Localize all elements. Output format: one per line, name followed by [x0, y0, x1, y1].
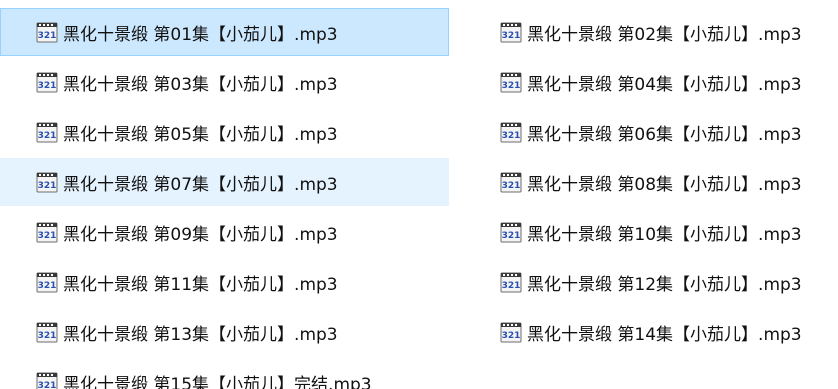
- file-name: 黑化十景缎 第02集【小茄儿】.mp3: [527, 24, 802, 45]
- svg-text:321: 321: [38, 331, 57, 341]
- media-player-classic-icon: 321: [500, 322, 522, 343]
- media-player-classic-icon: 321: [36, 272, 58, 293]
- file-name: 黑化十景缎 第10集【小茄儿】.mp3: [527, 224, 802, 245]
- media-player-classic-icon: 321: [500, 222, 522, 243]
- file-item[interactable]: 321 黑化十景缎 第07集【小茄儿】.mp3: [0, 158, 449, 206]
- media-player-classic-icon: 321: [36, 222, 58, 243]
- file-item[interactable]: 321 黑化十景缎 第01集【小茄儿】.mp3: [0, 8, 449, 56]
- svg-text:321: 321: [502, 231, 521, 241]
- media-player-classic-icon: 321: [500, 72, 522, 93]
- file-name: 黑化十景缎 第15集【小茄儿】完结.mp3: [63, 374, 372, 389]
- file-name: 黑化十景缎 第13集【小茄儿】.mp3: [63, 324, 338, 345]
- file-item[interactable]: 321 黑化十景缎 第14集【小茄儿】.mp3: [464, 308, 838, 356]
- file-name: 黑化十景缎 第06集【小茄儿】.mp3: [527, 124, 802, 145]
- svg-text:321: 321: [502, 81, 521, 91]
- file-item[interactable]: 321 黑化十景缎 第02集【小茄儿】.mp3: [464, 8, 838, 56]
- svg-text:321: 321: [502, 131, 521, 141]
- file-item[interactable]: 321 黑化十景缎 第10集【小茄儿】.mp3: [464, 208, 838, 256]
- file-item[interactable]: 321 黑化十景缎 第03集【小茄儿】.mp3: [0, 58, 449, 106]
- file-item[interactable]: 321 黑化十景缎 第04集【小茄儿】.mp3: [464, 58, 838, 106]
- media-player-classic-icon: 321: [36, 72, 58, 93]
- file-item[interactable]: 321 黑化十景缎 第15集【小茄儿】完结.mp3: [0, 358, 449, 389]
- file-item[interactable]: 321 黑化十景缎 第05集【小茄儿】.mp3: [0, 108, 449, 156]
- file-list-view: 321 黑化十景缎 第01集【小茄儿】.mp3 321 黑化十景缎 第02集【小…: [0, 0, 838, 389]
- file-name: 黑化十景缎 第14集【小茄儿】.mp3: [527, 324, 802, 345]
- media-player-classic-icon: 321: [500, 172, 522, 193]
- media-player-classic-icon: 321: [36, 322, 58, 343]
- file-name: 黑化十景缎 第01集【小茄儿】.mp3: [63, 24, 338, 45]
- file-item[interactable]: 321 黑化十景缎 第11集【小茄儿】.mp3: [0, 258, 449, 306]
- media-player-classic-icon: 321: [36, 372, 58, 389]
- media-player-classic-icon: 321: [36, 122, 58, 143]
- file-name: 黑化十景缎 第12集【小茄儿】.mp3: [527, 274, 802, 295]
- media-player-classic-icon: 321: [36, 172, 58, 193]
- file-name: 黑化十景缎 第03集【小茄儿】.mp3: [63, 74, 338, 95]
- file-name: 黑化十景缎 第07集【小茄儿】.mp3: [63, 174, 338, 195]
- svg-text:321: 321: [38, 131, 57, 141]
- file-item[interactable]: 321 黑化十景缎 第08集【小茄儿】.mp3: [464, 158, 838, 206]
- svg-text:321: 321: [502, 31, 521, 41]
- svg-text:321: 321: [38, 381, 57, 389]
- file-item[interactable]: 321 黑化十景缎 第12集【小茄儿】.mp3: [464, 258, 838, 306]
- svg-text:321: 321: [502, 281, 521, 291]
- svg-text:321: 321: [502, 331, 521, 341]
- file-name: 黑化十景缎 第08集【小茄儿】.mp3: [527, 174, 802, 195]
- file-name: 黑化十景缎 第04集【小茄儿】.mp3: [527, 74, 802, 95]
- media-player-classic-icon: 321: [500, 22, 522, 43]
- media-player-classic-icon: 321: [500, 122, 522, 143]
- svg-text:321: 321: [38, 81, 57, 91]
- media-player-classic-icon: 321: [36, 22, 58, 43]
- file-name: 黑化十景缎 第05集【小茄儿】.mp3: [63, 124, 338, 145]
- file-name: 黑化十景缎 第09集【小茄儿】.mp3: [63, 224, 338, 245]
- svg-text:321: 321: [38, 31, 57, 41]
- svg-text:321: 321: [38, 231, 57, 241]
- media-player-classic-icon: 321: [500, 272, 522, 293]
- svg-text:321: 321: [502, 181, 521, 191]
- svg-text:321: 321: [38, 281, 57, 291]
- file-item[interactable]: 321 黑化十景缎 第13集【小茄儿】.mp3: [0, 308, 449, 356]
- svg-text:321: 321: [38, 181, 57, 191]
- file-name: 黑化十景缎 第11集【小茄儿】.mp3: [63, 274, 338, 295]
- file-item[interactable]: 321 黑化十景缎 第09集【小茄儿】.mp3: [0, 208, 449, 256]
- file-item[interactable]: 321 黑化十景缎 第06集【小茄儿】.mp3: [464, 108, 838, 156]
